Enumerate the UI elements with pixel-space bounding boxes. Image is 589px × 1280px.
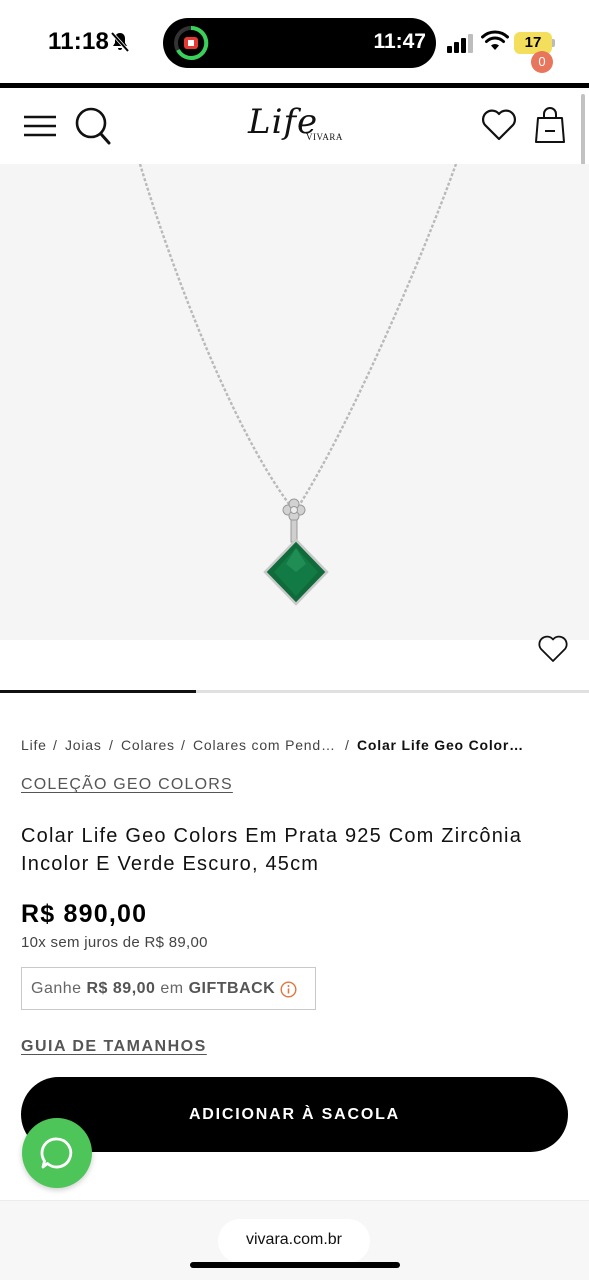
installments-text: 10x sem juros de R$ 89,00 xyxy=(21,934,208,951)
collection-link[interactable]: COLEÇÃO GEO COLORS xyxy=(21,776,233,794)
breadcrumb-separator: / xyxy=(345,737,350,753)
wifi-icon xyxy=(481,30,509,50)
carousel-progress-indicator xyxy=(0,690,196,693)
giftback-label: GIFTBACK xyxy=(188,980,276,997)
search-icon[interactable] xyxy=(74,106,112,146)
product-title: Colar Life Geo Colors Em Prata 925 Com Z… xyxy=(21,825,523,875)
site-header: Life VIVARA xyxy=(0,88,589,164)
product-price: R$ 890,00 xyxy=(21,900,148,928)
dynamic-island[interactable]: 11:47 xyxy=(163,18,436,68)
menu-icon[interactable] xyxy=(22,112,58,140)
activity-ring-icon xyxy=(174,25,209,60)
size-guide-link[interactable]: GUIA DE TAMANHOS xyxy=(21,1038,207,1056)
add-to-bag-button[interactable]: ADICIONAR À SACOLA xyxy=(21,1077,568,1152)
breadcrumb-item-colares-pendente[interactable]: Colares com Pend… xyxy=(193,737,336,753)
home-indicator[interactable] xyxy=(190,1262,400,1268)
whatsapp-chat-button[interactable] xyxy=(22,1118,92,1188)
breadcrumb-item-life[interactable]: Life xyxy=(21,737,47,753)
breadcrumb-item-joias[interactable]: Joias xyxy=(65,737,102,753)
giftback-amount: R$ 89,00 xyxy=(86,980,156,997)
breadcrumb-separator: / xyxy=(109,737,114,753)
breadcrumb-separator: / xyxy=(53,737,58,753)
product-image[interactable] xyxy=(0,164,589,640)
giftback-text: Ganhe R$ 89,00 em GIFTBACK xyxy=(31,980,275,998)
giftback-mid: em xyxy=(160,980,184,997)
shopping-bag-icon[interactable] xyxy=(532,104,568,144)
product-page: 11:18 11:47 17 Life VIVARA 0 Life / Joia… xyxy=(0,0,589,1280)
island-time: 11:47 xyxy=(373,30,426,53)
breadcrumb: Life / Joias / Colares / Colares com Pen… xyxy=(21,737,581,755)
favorite-heart-icon[interactable] xyxy=(537,634,569,664)
battery-level: 17 xyxy=(524,34,542,51)
info-icon[interactable] xyxy=(280,981,297,998)
necklace-image xyxy=(138,164,458,606)
brand-logo[interactable]: Life VIVARA xyxy=(244,100,348,150)
giftback-box: Ganhe R$ 89,00 em GIFTBACK xyxy=(21,967,316,1010)
address-bar[interactable]: vivara.com.br xyxy=(218,1219,370,1263)
breadcrumb-separator: / xyxy=(181,737,186,753)
breadcrumb-current: Colar Life Geo Color… xyxy=(357,737,524,753)
breadcrumb-item-colares[interactable]: Colares xyxy=(121,737,175,753)
cellular-signal-icon xyxy=(447,34,473,53)
heart-icon[interactable] xyxy=(480,108,518,142)
whatsapp-icon xyxy=(40,1137,73,1169)
battery-icon: 17 xyxy=(514,32,556,54)
url-text: vivara.com.br xyxy=(245,1231,343,1248)
status-time: 11:18 xyxy=(48,28,110,55)
logo-subtext: VIVARA xyxy=(306,132,343,142)
status-bar: 11:18 11:47 17 xyxy=(0,0,589,84)
image-strip xyxy=(0,640,589,690)
browser-bottom-bar: vivara.com.br xyxy=(0,1200,589,1280)
bag-count-badge: 0 xyxy=(531,51,553,73)
giftback-prefix: Ganhe xyxy=(31,980,82,997)
bell-slash-icon xyxy=(110,31,130,53)
